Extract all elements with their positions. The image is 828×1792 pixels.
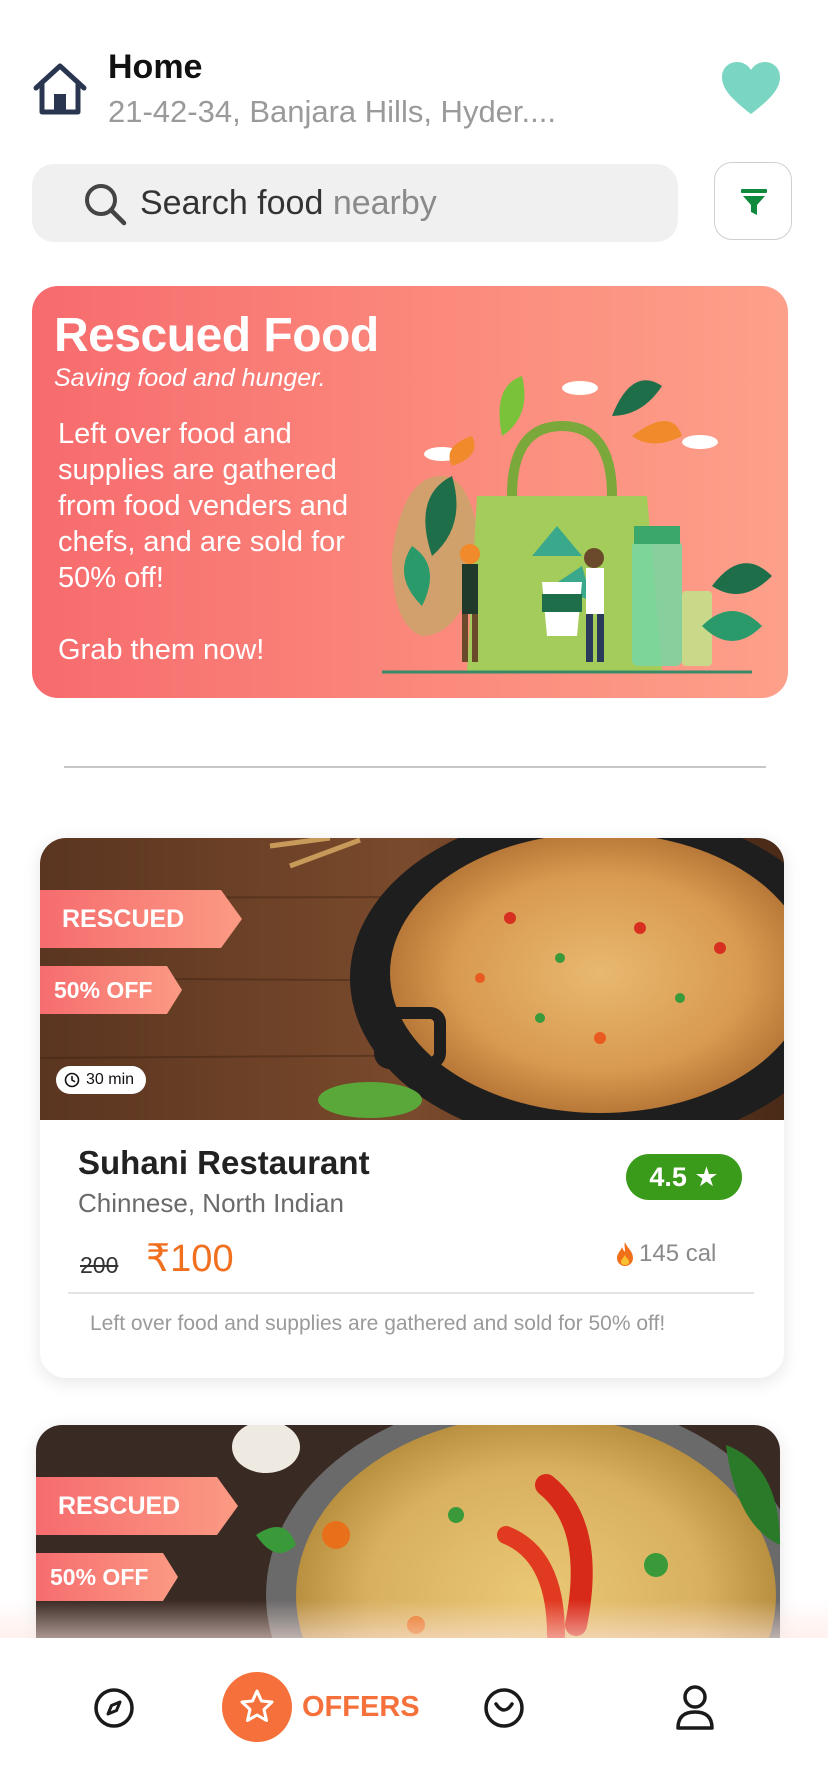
- rescued-badge: RESCUED: [40, 890, 242, 948]
- offers-label: OFFERS: [302, 1690, 420, 1723]
- header: Home 21-42-34, Banjara Hills, Hyder....: [0, 0, 828, 150]
- food-rescue-illustration: [382, 376, 772, 674]
- fire-icon: [617, 1242, 633, 1266]
- orders-icon[interactable]: [482, 1686, 526, 1730]
- bottom-fade: [0, 1600, 828, 1640]
- explore-icon[interactable]: [92, 1686, 136, 1730]
- nav-offers-tab[interactable]: OFFERS: [222, 1672, 420, 1742]
- restaurant-cuisine: Chinnese, North Indian: [78, 1188, 344, 1218]
- calories-info: 145 cal: [615, 1240, 716, 1268]
- home-icon[interactable]: [30, 58, 90, 118]
- profile-icon[interactable]: [674, 1684, 716, 1730]
- rating-badge: 4.5 ★: [626, 1154, 742, 1200]
- delivery-time: 30 min: [86, 1071, 135, 1088]
- card-divider: [68, 1292, 754, 1294]
- filter-button[interactable]: [714, 162, 792, 240]
- filter-icon: [741, 189, 767, 215]
- bottom-navigation: OFFERS: [0, 1638, 828, 1792]
- rescued-badge: RESCUED: [36, 1477, 238, 1535]
- search-input[interactable]: Search food nearby: [32, 164, 678, 242]
- delivery-time-badge: 30 min: [56, 1066, 147, 1094]
- clock-icon: [64, 1072, 80, 1088]
- discount-badge: 50% OFF: [40, 966, 182, 1014]
- food-card[interactable]: RESCUED 50% OFF 30 min Suhani Restaurant…: [40, 838, 784, 1378]
- location-address[interactable]: 21-42-34, Banjara Hills, Hyder....: [108, 94, 556, 130]
- banner-title: Rescued Food: [54, 309, 379, 362]
- section-divider: [64, 766, 766, 768]
- search-icon: [85, 184, 127, 226]
- rescued-food-banner[interactable]: Rescued Food Saving food and hunger. Lef…: [32, 286, 788, 698]
- banner-cta: Grab them now!: [58, 634, 265, 666]
- discounted-price: ₹100: [146, 1238, 234, 1280]
- card-description: Left over food and supplies are gathered…: [90, 1312, 666, 1335]
- discount-badge: 50% OFF: [36, 1553, 178, 1601]
- calories-value: 145 cal: [639, 1240, 717, 1267]
- original-price: 200: [80, 1252, 119, 1278]
- search-placeholder: Search food nearby: [140, 184, 437, 222]
- offers-icon: [222, 1672, 292, 1742]
- banner-subtitle: Saving food and hunger.: [54, 364, 326, 392]
- restaurant-name: Suhani Restaurant: [78, 1144, 370, 1181]
- banner-description: Left over food and supplies are gathered…: [58, 418, 349, 594]
- location-title[interactable]: Home: [108, 48, 202, 87]
- heart-icon[interactable]: [720, 60, 782, 116]
